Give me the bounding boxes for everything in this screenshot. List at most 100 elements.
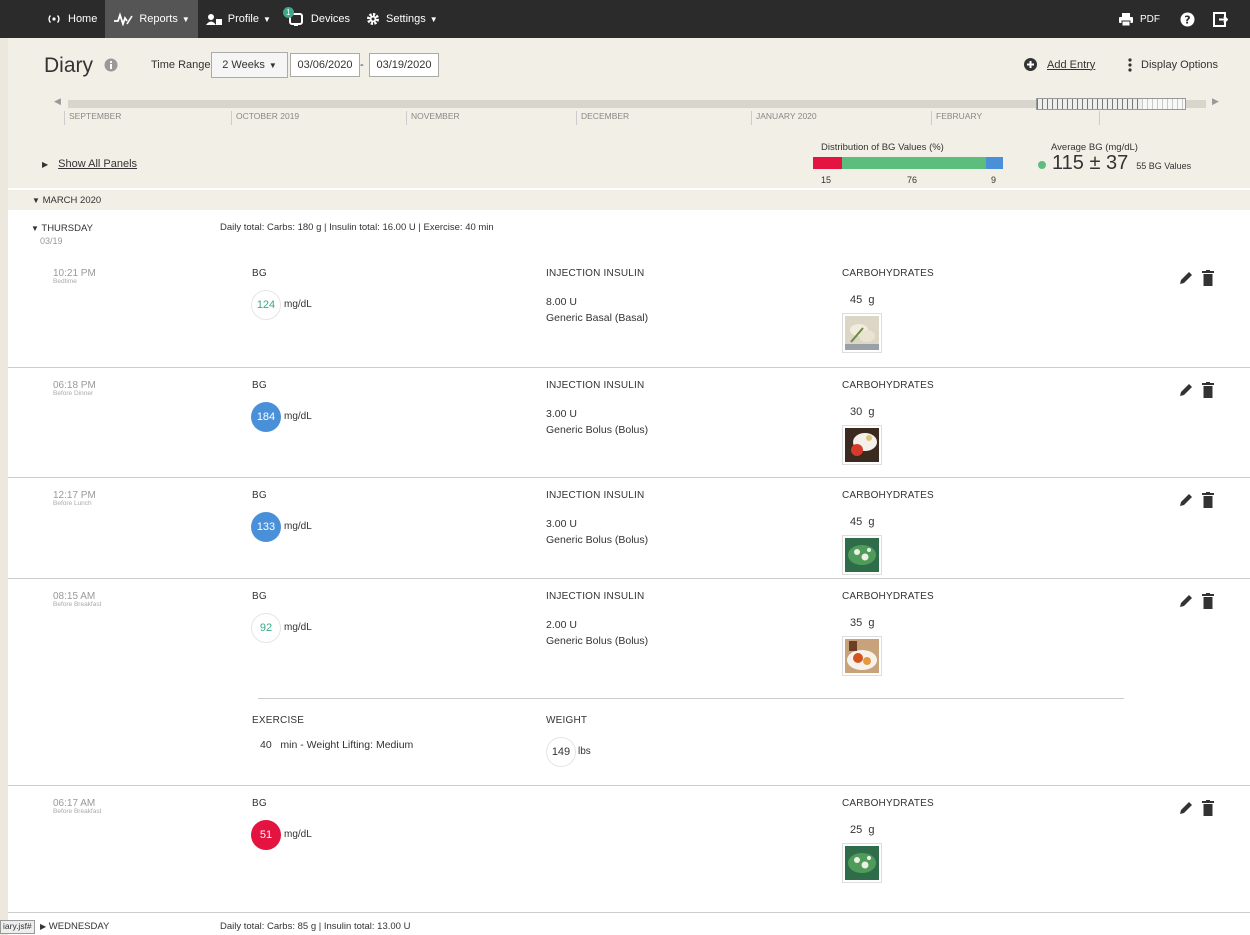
trash-icon[interactable] — [1202, 800, 1214, 816]
bg-header: BG — [252, 490, 267, 501]
bg-value: 51 — [251, 820, 281, 850]
timeline-window[interactable] — [1036, 98, 1186, 110]
carbs-header: CARBOHYDRATES — [842, 798, 934, 809]
time-range-value: 2 Weeks — [222, 59, 265, 71]
trash-icon[interactable] — [1202, 270, 1214, 286]
timeline-month: NOVEMBER — [406, 111, 460, 125]
entry-actions — [1178, 270, 1214, 286]
food-photo[interactable] — [842, 425, 882, 465]
top-nav: Home Reports ▼ Profile ▼ 1 Devices Setti… — [0, 0, 1250, 38]
time-range-select[interactable]: 2 Weeks ▼ — [211, 52, 288, 78]
insulin-header: INJECTION INSULIN — [546, 490, 645, 501]
display-options-button[interactable]: Display Options — [1128, 58, 1218, 72]
food-photo[interactable] — [842, 535, 882, 575]
month-header[interactable]: ▼ MARCH 2020 — [8, 190, 1250, 210]
weight-header: WEIGHT — [546, 715, 588, 726]
insulin-dose: 3.00 U — [546, 408, 577, 420]
average-bg-value: 115 ± 37 — [1052, 152, 1129, 174]
nav-settings[interactable]: Settings ▼ — [358, 0, 446, 38]
month-label: MARCH 2020 — [42, 195, 102, 206]
insulin-name: Generic Bolus (Bolus) — [546, 424, 649, 436]
average-bg: 115 ± 37 55 BG Values — [1038, 152, 1191, 175]
day-header[interactable]: ▼ THURSDAY 03/19 Daily total: Carbs: 180… — [8, 218, 1250, 248]
edit-icon[interactable] — [1178, 800, 1194, 816]
caret-right-icon: ▶ — [42, 159, 49, 169]
carbs-value: 30 g — [850, 406, 875, 418]
nav-reports[interactable]: Reports ▼ — [105, 0, 198, 38]
diary-header-panel: Diary Time Range 2 Weeks ▼ 03/06/2020 - … — [8, 38, 1250, 188]
distribution-segment-low — [813, 157, 842, 169]
next-day-header[interactable]: ▶ WEDNESDAY — [40, 921, 109, 932]
bg-unit: mg/dL — [284, 622, 312, 633]
weight-unit: lbs — [578, 746, 591, 757]
trash-icon[interactable] — [1202, 492, 1214, 508]
distribution-bar — [813, 157, 1003, 169]
chevron-down-icon: ▼ — [262, 14, 271, 24]
end-date-input[interactable]: 03/19/2020 — [369, 53, 439, 77]
chevron-down-icon: ▼ — [268, 60, 277, 70]
date-dash: - — [360, 59, 364, 71]
timeline-left-arrow[interactable]: ◀ — [54, 96, 61, 107]
print-icon — [1118, 12, 1134, 26]
left-border — [0, 38, 8, 935]
timeline-slider[interactable]: ◀ ▶ SEPTEMBER OCTOBER 2019 NOVEMBER DECE… — [54, 96, 1224, 125]
diary-entry: 10:21 PM Bedtime BG 124 mg/dL INJECTION … — [8, 256, 1250, 367]
plus-circle-icon — [1024, 58, 1037, 71]
carbs-value: 45 g — [850, 516, 875, 528]
pdf-button[interactable]: PDF — [1110, 0, 1168, 38]
trash-icon[interactable] — [1202, 382, 1214, 398]
entry-tag: Before Lunch — [53, 500, 92, 507]
show-all-panels-toggle[interactable]: ▶ Show All Panels — [42, 158, 137, 170]
nav-reports-label: Reports — [139, 13, 178, 25]
insulin-dose: 3.00 U — [546, 518, 577, 530]
edit-icon[interactable] — [1178, 270, 1194, 286]
timeline-month: SEPTEMBER — [64, 111, 121, 125]
reports-icon — [113, 12, 134, 26]
food-photo[interactable] — [842, 313, 882, 353]
insulin-name: Generic Bolus (Bolus) — [546, 534, 649, 546]
weight-value: 149 — [546, 737, 576, 767]
next-day-totals: Daily total: Carbs: 85 g | Insulin total… — [220, 921, 411, 932]
nav-home[interactable]: Home — [38, 0, 105, 38]
bg-header: BG — [252, 798, 267, 809]
edit-icon[interactable] — [1178, 382, 1194, 398]
nav-profile[interactable]: Profile ▼ — [198, 0, 279, 38]
nav-devices[interactable]: 1 Devices — [279, 0, 358, 38]
carbs-value: 35 g — [850, 617, 875, 629]
svg-text:?: ? — [1184, 13, 1190, 26]
exercise-value: 40 min - Weight Lifting: Medium — [260, 739, 414, 751]
help-button[interactable]: ? — [1168, 0, 1207, 38]
start-date-input[interactable]: 03/06/2020 — [290, 53, 360, 77]
edit-icon[interactable] — [1178, 492, 1194, 508]
bg-unit: mg/dL — [284, 521, 312, 532]
trash-icon[interactable] — [1202, 593, 1214, 609]
exercise-header: EXERCISE — [252, 715, 305, 726]
food-photo[interactable] — [842, 636, 882, 676]
bg-value: 184 — [251, 402, 281, 432]
insulin-header: INJECTION INSULIN — [546, 380, 645, 391]
edit-icon[interactable] — [1178, 593, 1194, 609]
entry-tag: Bedtime — [53, 278, 77, 285]
average-bg-count: 55 BG Values — [1136, 161, 1192, 171]
bg-unit: mg/dL — [284, 829, 312, 840]
timeline-right-arrow[interactable]: ▶ — [1212, 96, 1219, 107]
logout-button[interactable] — [1207, 0, 1250, 38]
bg-unit: mg/dL — [284, 299, 312, 310]
entry-actions — [1178, 382, 1214, 398]
diary-entry: 08:15 AM Before Breakfast BG 92 mg/dL IN… — [8, 578, 1250, 785]
carbs-header: CARBOHYDRATES — [842, 380, 934, 391]
info-icon[interactable] — [104, 58, 118, 75]
carbs-header: CARBOHYDRATES — [842, 268, 934, 279]
nav-devices-label: Devices — [310, 13, 351, 25]
diary-entry: 06:18 PM Before Dinner BG 184 mg/dL INJE… — [8, 367, 1250, 477]
carbs-header: CARBOHYDRATES — [842, 490, 934, 501]
bg-unit: mg/dL — [284, 411, 312, 422]
timeline-month: FEBRUARY — [931, 111, 982, 125]
entry-actions — [1178, 492, 1214, 508]
timeline-month: DECEMBER — [576, 111, 629, 125]
bg-header: BG — [252, 268, 267, 279]
food-photo[interactable] — [842, 843, 882, 883]
nav-right: PDF ? — [1110, 0, 1250, 38]
status-bar-url: iary.jsf# — [0, 920, 35, 934]
add-entry-button[interactable]: Add Entry — [1024, 58, 1095, 71]
